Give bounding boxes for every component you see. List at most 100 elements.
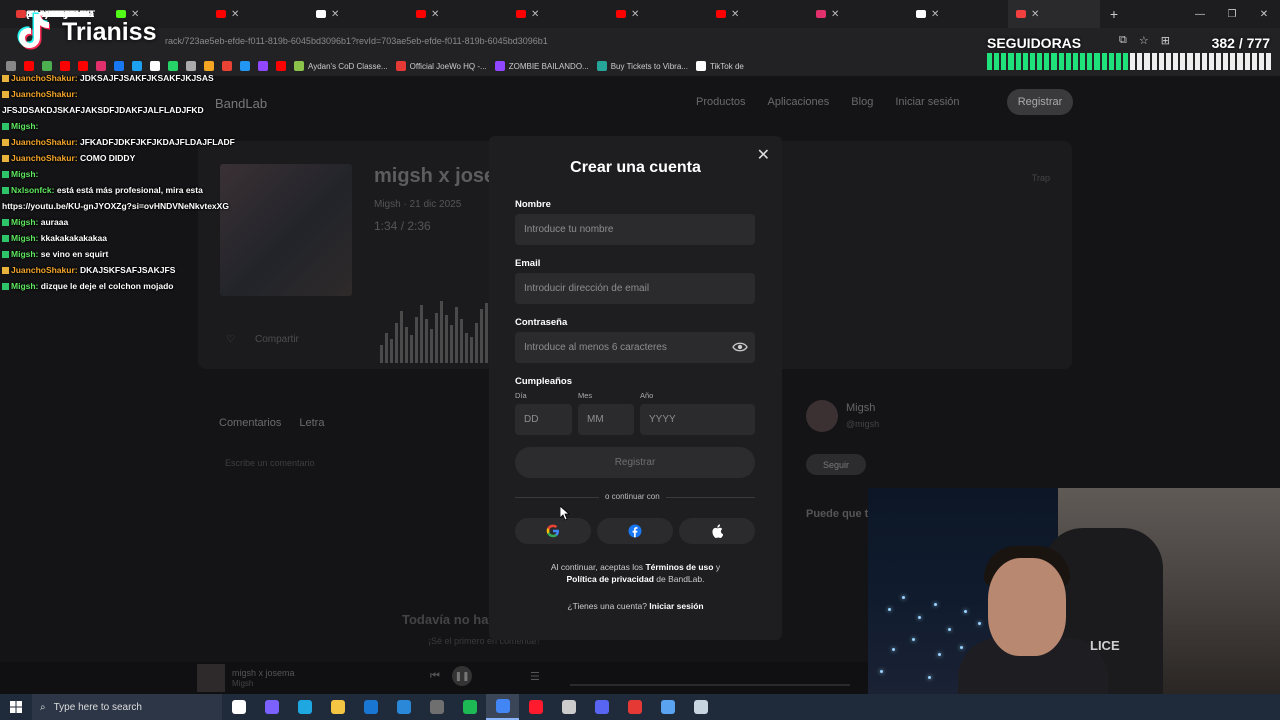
- browser-tab[interactable]: Significado TG ✕: [26, 0, 408, 28]
- taskbar-defender-icon[interactable]: [651, 694, 684, 720]
- tab-close-icon[interactable]: ✕: [531, 9, 539, 20]
- progress-segment: [1151, 53, 1157, 70]
- windows-start-icon[interactable]: [0, 694, 32, 720]
- birthday-year-field[interactable]: [640, 404, 755, 435]
- browser-tab[interactable]: (41) OVELTIME ✕: [26, 0, 1008, 28]
- bookmark-item[interactable]: Official JoeWo HQ -...: [395, 61, 487, 71]
- taskbar-store-icon[interactable]: [387, 694, 420, 720]
- browser-tab[interactable]: (416) MAMAXIT ✕: [26, 0, 508, 28]
- share-button[interactable]: Compartir: [255, 334, 299, 345]
- waveform-bar: [445, 315, 448, 363]
- browser-tab[interactable]: (416) Midtown ✕: [26, 0, 308, 28]
- close-window-icon[interactable]: ✕: [1248, 0, 1280, 28]
- city-light: [960, 646, 963, 649]
- progress-segment: [1165, 53, 1172, 70]
- webcam-overlay: LICE: [868, 488, 1280, 694]
- taskbar-app-red-icon[interactable]: [618, 694, 651, 720]
- progress-segment: [1044, 53, 1050, 70]
- tab-lyrics[interactable]: Letra: [299, 417, 324, 429]
- taskbar-obs-icon[interactable]: [552, 694, 585, 720]
- password-field[interactable]: [515, 332, 755, 363]
- progress-segment: [1208, 53, 1214, 70]
- track-genre[interactable]: Trap: [1032, 173, 1050, 183]
- taskbar-calculator-icon[interactable]: [420, 694, 453, 720]
- progress-segment: [1008, 53, 1014, 70]
- chat-badge-icon: [2, 267, 9, 275]
- browser-tab[interactable]: (416) EST Gee ✕: [26, 0, 708, 28]
- queue-icon[interactable]: ☰: [530, 670, 540, 683]
- bookmark-item[interactable]: ZOMBIE BAILANDO...: [494, 61, 589, 71]
- chair-logo-text: LICE: [1090, 638, 1120, 653]
- city-light: [902, 596, 905, 599]
- taskbar-spotify-icon[interactable]: [453, 694, 486, 720]
- facebook-signin-button[interactable]: [597, 518, 673, 544]
- tab-close-icon[interactable]: ✕: [831, 9, 839, 20]
- url-text[interactable]: rack/723ae5eb-efde-f011-819b-6045bd3096b…: [165, 36, 548, 46]
- bookmark-icon[interactable]: [276, 61, 286, 71]
- player-thumbnail[interactable]: [197, 664, 225, 692]
- tab-close-icon[interactable]: ✕: [231, 9, 239, 20]
- taskbar-search-input[interactable]: ⌕ Type here to search: [32, 694, 222, 720]
- nav-products[interactable]: Productos: [696, 96, 746, 108]
- browser-tab[interactable]: (416) La Mesita ✕: [26, 0, 808, 28]
- email-field[interactable]: [515, 273, 755, 304]
- birthday-month-field[interactable]: [578, 404, 634, 435]
- privacy-link[interactable]: Política de privacidad: [567, 574, 654, 584]
- tab-comments[interactable]: Comentarios: [219, 417, 281, 429]
- artist-name[interactable]: Migsh: [846, 402, 875, 414]
- login-link[interactable]: Iniciar sesión: [649, 601, 703, 611]
- nav-login[interactable]: Iniciar sesión: [895, 96, 959, 108]
- comment-input[interactable]: Escribe un comentario: [225, 458, 315, 468]
- progress-segment: [1101, 53, 1107, 70]
- taskbar-discord-icon[interactable]: [585, 694, 618, 720]
- bookmark-item[interactable]: Aydan's CoD Classe...: [294, 61, 388, 71]
- nav-apps[interactable]: Aplicaciones: [768, 96, 830, 108]
- taskbar-steam-icon[interactable]: [684, 694, 717, 720]
- taskbar-file-explorer-icon[interactable]: [321, 694, 354, 720]
- tab-close-icon[interactable]: ✕: [1031, 9, 1039, 20]
- terms-link[interactable]: Términos de uso: [645, 562, 713, 572]
- app-icon: [330, 700, 345, 714]
- progress-segment: [1115, 53, 1121, 70]
- like-icon[interactable]: ♡: [226, 334, 235, 345]
- browser-tab[interactable]: (416) CHEF BO ✕: [26, 0, 608, 28]
- bookmark-item[interactable]: Buy Tickets to Vibra...: [596, 61, 688, 71]
- taskbar-edge-icon[interactable]: [288, 694, 321, 720]
- follow-artist-button[interactable]: Seguir: [806, 454, 866, 475]
- taskbar-task-view-icon[interactable]: [222, 694, 255, 720]
- nav-blog[interactable]: Blog: [851, 96, 873, 108]
- taskbar-outlook-icon[interactable]: [354, 694, 387, 720]
- register-button[interactable]: Registrar: [515, 447, 755, 478]
- minimize-icon[interactable]: —: [1184, 0, 1216, 28]
- tab-close-icon[interactable]: ✕: [431, 9, 439, 20]
- tab-close-icon[interactable]: ✕: [331, 9, 339, 20]
- apple-icon: [712, 524, 723, 538]
- progress-segment: [1158, 53, 1164, 70]
- avatar[interactable]: [806, 400, 838, 432]
- google-signin-button[interactable]: [515, 518, 591, 544]
- player-progress-bar[interactable]: [570, 684, 850, 686]
- maximize-icon[interactable]: ❐: [1216, 0, 1248, 28]
- progress-segment: [1072, 53, 1079, 70]
- tab-close-icon[interactable]: ✕: [731, 9, 739, 20]
- pause-icon[interactable]: ❚❚: [452, 666, 472, 686]
- new-tab-icon[interactable]: +: [1100, 6, 1128, 22]
- show-password-icon[interactable]: [732, 341, 748, 353]
- apple-signin-button[interactable]: [679, 518, 755, 544]
- tab-close-icon[interactable]: ✕: [931, 9, 939, 20]
- browser-tab[interactable]: (9) Instagram ✕: [26, 0, 908, 28]
- browser-tab[interactable]: migsh x jo ✕: [26, 0, 1100, 28]
- taskbar-opera-icon[interactable]: [519, 694, 552, 720]
- header-register-button[interactable]: Registrar: [1007, 89, 1073, 115]
- chat-username: Migsh:: [11, 281, 39, 291]
- tab-close-icon[interactable]: ✕: [631, 9, 639, 20]
- name-field[interactable]: [515, 214, 755, 245]
- bookmark-item[interactable]: TikTok de: [695, 61, 744, 71]
- chat-message: Migsh: se vino en squirt: [2, 246, 272, 262]
- taskbar-copilot-icon[interactable]: [255, 694, 288, 720]
- previous-icon[interactable]: ⏮: [430, 670, 440, 683]
- birthday-day-field[interactable]: [515, 404, 572, 435]
- progress-segment: [1266, 53, 1272, 70]
- taskbar-chrome-icon[interactable]: [486, 694, 519, 720]
- app-icon: [462, 700, 477, 714]
